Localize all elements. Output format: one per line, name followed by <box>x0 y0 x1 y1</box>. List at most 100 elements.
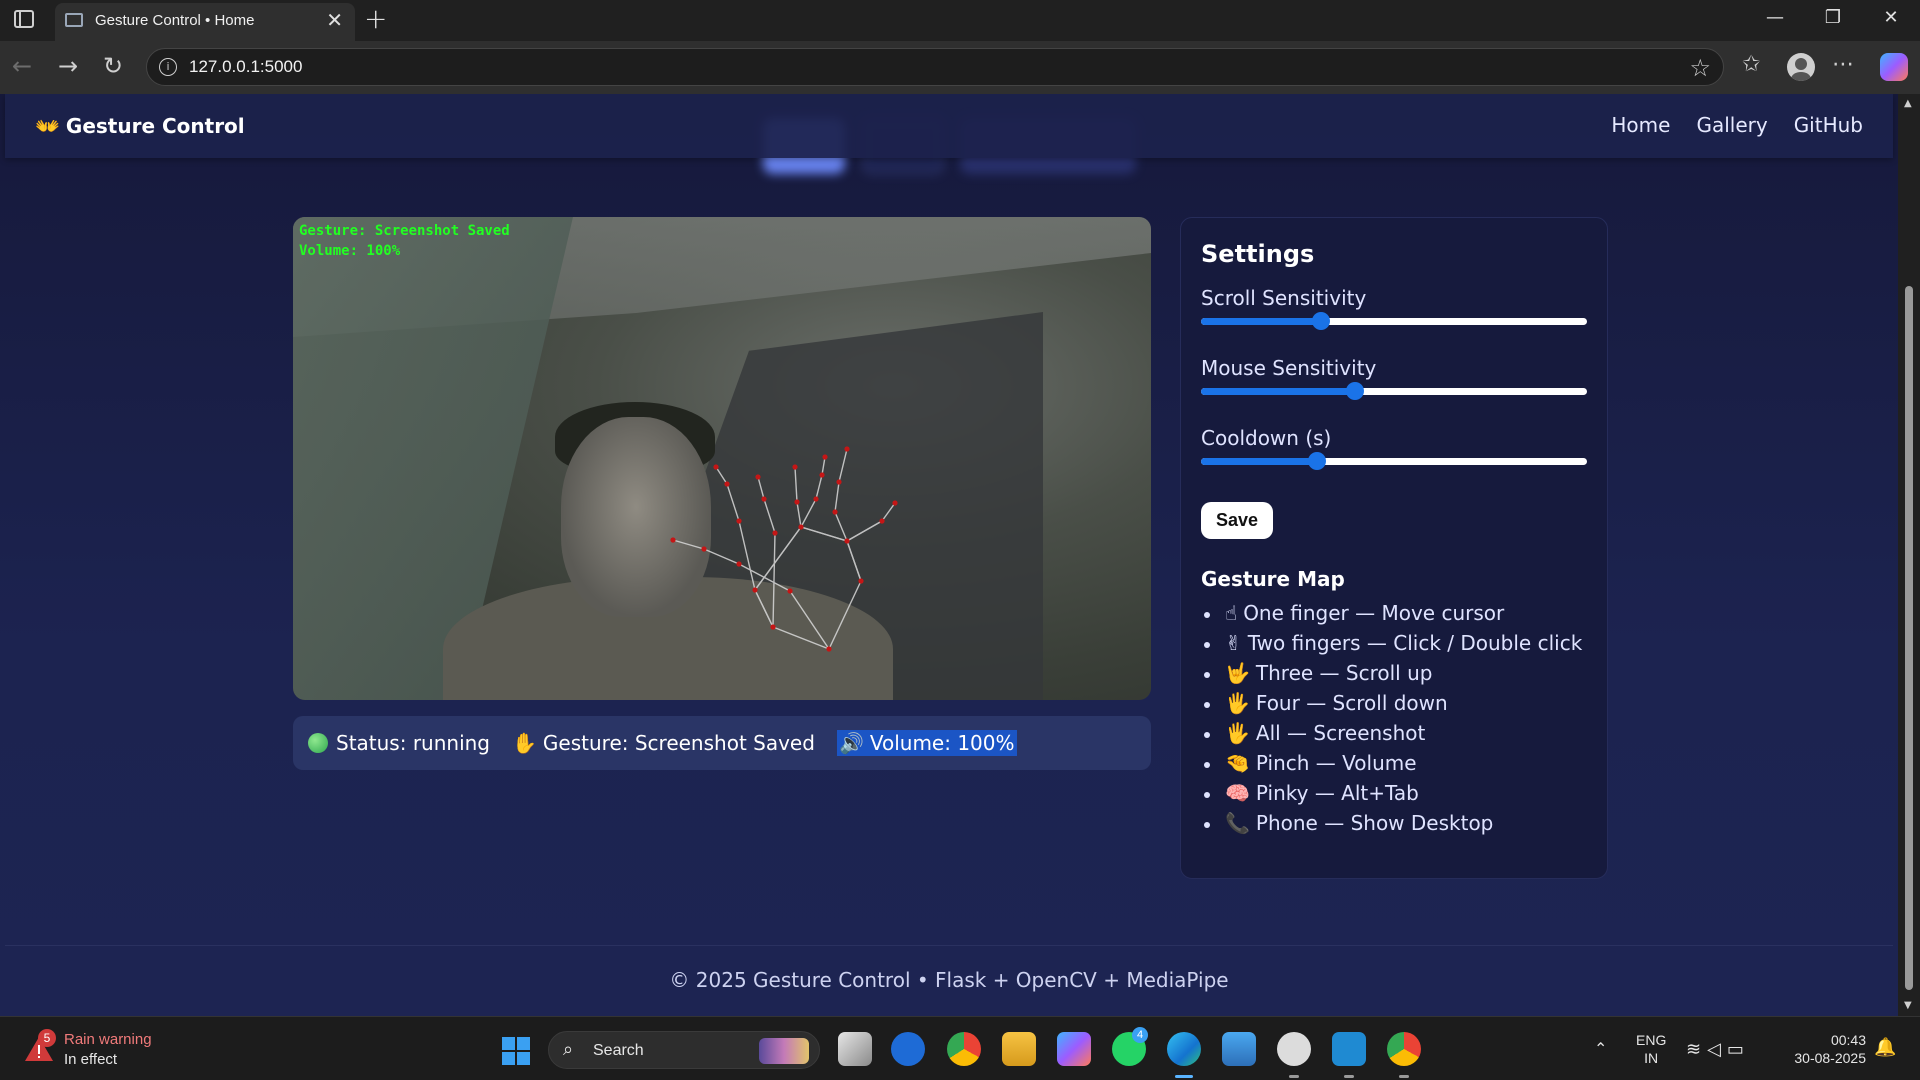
new-tab-icon[interactable]: + <box>364 4 387 34</box>
mouse-sensitivity-slider[interactable] <box>1201 382 1589 400</box>
chrome-profile-icon[interactable] <box>1387 1032 1421 1066</box>
tray-overflow-icon[interactable]: ⌃ <box>1594 1039 1607 1059</box>
edge-active-indicator <box>1175 1075 1193 1078</box>
chatgpt-icon[interactable] <box>1277 1032 1311 1066</box>
scrollbar-thumb[interactable] <box>1905 286 1913 990</box>
slider-fill <box>1201 318 1321 325</box>
file-explorer-icon[interactable] <box>1002 1032 1036 1066</box>
settings-title: Settings <box>1201 240 1315 268</box>
windows-taskbar: 5 Rain warning In effect ⌕ Search 4 ⌃ EN… <box>0 1016 1920 1080</box>
phone-icon: 📞 <box>1225 811 1250 835</box>
slider-fill <box>1201 458 1317 465</box>
reload-icon[interactable]: ↻ <box>103 53 123 79</box>
scroll-down-icon[interactable]: ▼ <box>1904 1000 1912 1011</box>
status-running: Status: running <box>308 731 490 755</box>
search-highlight-art <box>759 1038 809 1064</box>
gesture-item-pinch: 🤏 Pinch — Volume <box>1201 751 1587 781</box>
save-button[interactable]: Save <box>1201 502 1274 539</box>
clock-time: 00:43 <box>1830 1032 1866 1048</box>
hand-landmarks-overlay <box>670 446 898 652</box>
weather-badge: 5 <box>38 1029 56 1047</box>
search-icon: ⌕ <box>563 1039 574 1059</box>
slider-thumb[interactable] <box>1312 312 1330 330</box>
status-volume: 🔊 Volume: 100% <box>836 730 1017 756</box>
victory-hand-icon: ✌ <box>1225 631 1242 655</box>
chrome-icon[interactable] <box>947 1032 981 1066</box>
gesture-item-text: Pinch — Volume <box>1255 751 1417 775</box>
nav-gallery-link[interactable]: Gallery <box>1696 113 1767 137</box>
vscode-icon[interactable] <box>1332 1032 1366 1066</box>
nav-home-link[interactable]: Home <box>1611 113 1670 137</box>
camera-overlay-gesture: Gesture: Screenshot Saved <box>299 223 510 239</box>
url-input[interactable]: i 127.0.0.1:5000 ☆ <box>146 48 1724 86</box>
tab-title: Gesture Control • Home <box>95 12 255 29</box>
site-header: 👐 Gesture Control Home Gallery GitHub <box>5 94 1893 158</box>
task-view-icon[interactable] <box>838 1032 872 1066</box>
tab-close-icon[interactable]: ✕ <box>326 9 343 31</box>
page-scrollbar[interactable]: ▲ ▼ <box>1898 94 1920 1016</box>
windows-start-icon[interactable] <box>502 1037 530 1065</box>
status-gesture-text: Gesture: Screenshot Saved <box>542 731 815 755</box>
nav-github-link[interactable]: GitHub <box>1794 113 1863 137</box>
forward-icon[interactable]: → <box>58 53 78 79</box>
scroll-up-icon[interactable]: ▲ <box>1904 98 1912 109</box>
tab-actions-icon[interactable] <box>14 10 34 28</box>
window-close-icon[interactable]: ✕ <box>1876 7 1906 28</box>
gesture-item-phone: 📞 Phone — Show Desktop <box>1201 811 1587 841</box>
brain-icon: 🧠 <box>1225 781 1250 805</box>
notification-bell-icon[interactable]: 🔔 <box>1874 1037 1896 1058</box>
gesture-map-list: ☝ One finger — Move cursor ✌ Two fingers —… <box>1201 601 1587 841</box>
dell-icon[interactable] <box>891 1032 925 1066</box>
back-icon[interactable]: ← <box>12 53 32 79</box>
taskbar-search-label: Search <box>593 1042 644 1059</box>
three-fingers-icon: 🤟 <box>1225 661 1250 685</box>
index-finger-icon: ☝ <box>1225 601 1238 625</box>
more-menu-icon[interactable]: ⋯ <box>1832 52 1854 77</box>
gesture-item-three: 🤟 Three — Scroll up <box>1201 661 1587 691</box>
scroll-sensitivity-label: Scroll Sensitivity <box>1201 286 1367 310</box>
restore-icon[interactable]: ❐ <box>1818 7 1848 28</box>
cooldown-slider[interactable] <box>1201 452 1589 470</box>
chatgpt-running-indicator <box>1289 1075 1299 1078</box>
gesture-item-text: Three — Scroll up <box>1255 661 1433 685</box>
profile-avatar[interactable] <box>1787 53 1815 81</box>
status-dot-icon <box>308 733 328 753</box>
status-volume-text: Volume: 100% <box>869 731 1015 755</box>
terminal-icon[interactable] <box>1222 1032 1256 1066</box>
gesture-item-all: 🖐 All — Screenshot <box>1201 721 1587 751</box>
edge-icon[interactable] <box>1167 1032 1201 1066</box>
browser-tab-bar: Gesture Control • Home ✕ + — ❐ ✕ <box>0 0 1920 41</box>
gesture-item-text: Two fingers — Click / Double click <box>1247 631 1583 655</box>
weather-title[interactable]: Rain warning <box>64 1031 152 1048</box>
footer-text: © 2025 Gesture Control • Flask + OpenCV … <box>669 968 1229 992</box>
vscode-running-indicator <box>1344 1075 1354 1078</box>
favorites-icon[interactable]: ✩ <box>1742 52 1760 77</box>
slider-thumb[interactable] <box>1346 382 1364 400</box>
taskbar-search[interactable]: ⌕ Search <box>548 1031 820 1069</box>
site-info-icon[interactable]: i <box>159 58 177 76</box>
wifi-volume-battery-icons[interactable]: ≋◁▭ <box>1686 1039 1750 1060</box>
top-nav: Home Gallery GitHub <box>1611 113 1863 137</box>
status-bar: Status: running ✋ Gesture: Screenshot Sav… <box>293 716 1151 770</box>
brand-logo[interactable]: 👐 Gesture Control <box>35 114 245 138</box>
whatsapp-badge: 4 <box>1132 1027 1148 1043</box>
status-text: Status: running <box>336 731 491 755</box>
favorite-star-icon[interactable]: ☆ <box>1689 54 1711 82</box>
gesture-item-text: Phone — Show Desktop <box>1255 811 1494 835</box>
camera-feed: Gesture: Screenshot Saved Volume: 100% <box>293 217 1151 700</box>
cooldown-label: Cooldown (s) <box>1201 426 1332 450</box>
brand-text: Gesture Control <box>65 114 245 138</box>
language-indicator[interactable]: ENG IN <box>1636 1031 1666 1067</box>
copilot-app-icon[interactable] <box>1057 1032 1091 1066</box>
copilot-icon[interactable] <box>1880 53 1908 81</box>
browser-tab-active[interactable]: Gesture Control • Home ✕ <box>55 3 355 41</box>
status-gesture: ✋ Gesture: Screenshot Saved <box>512 731 815 755</box>
minimize-icon[interactable]: — <box>1760 7 1790 28</box>
gesture-item-four: 🖐 Four — Scroll down <box>1201 691 1587 721</box>
scroll-sensitivity-slider[interactable] <box>1201 312 1589 330</box>
site-footer: © 2025 Gesture Control • Flask + OpenCV … <box>5 945 1893 1016</box>
language-code: ENG <box>1636 1032 1667 1048</box>
system-clock[interactable]: 00:43 30-08-2025 <box>1786 1031 1866 1067</box>
slider-thumb[interactable] <box>1308 452 1326 470</box>
slider-fill <box>1201 388 1355 395</box>
